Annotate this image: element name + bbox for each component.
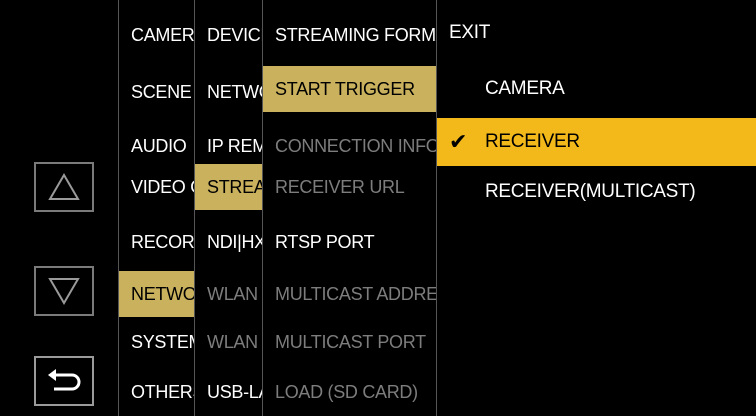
multicast-address-item: MULTICAST ADDRESS [275, 284, 437, 304]
submenu-item-ndi-hx[interactable]: NDI|HX [195, 219, 263, 265]
option-receiver[interactable]: ✔ RECEIVER [437, 118, 756, 166]
menu-item-network[interactable]: NETWORK [119, 271, 194, 317]
streaming-format-item[interactable]: STREAMING FORMAT [263, 12, 437, 58]
submenu-item-wlan-2: WLAN [207, 332, 258, 352]
start-trigger-item[interactable]: START TRIGGER [263, 66, 437, 112]
menu-item-audio[interactable]: AUDIO [119, 123, 194, 169]
scroll-down-button[interactable] [34, 266, 94, 316]
back-button[interactable] [34, 356, 94, 406]
checkmark-icon: ✔ [449, 129, 468, 154]
menu-item-others[interactable]: OTHERS [119, 369, 194, 415]
submenu-item-ip-remote[interactable]: IP REMOTE [195, 123, 263, 169]
option-camera[interactable]: CAMERA [437, 66, 756, 112]
start-trigger-options-column: EXIT CAMERA ✔ RECEIVER RECEIVER(MULTICAS… [436, 0, 756, 416]
triangle-up-icon [48, 173, 80, 200]
submenu-item-device[interactable]: DEVICE [195, 12, 263, 58]
scroll-up-button[interactable] [34, 162, 94, 212]
streaming-submenu-column: STREAMING FORMAT START TRIGGER CONNECTIO… [262, 0, 437, 416]
exit-item[interactable]: EXIT [437, 12, 756, 54]
load-sd-card-item: LOAD (SD CARD) [275, 382, 418, 402]
connection-info-item: CONNECTION INFO. [275, 136, 437, 156]
submenu-item-wlan: WLAN [207, 284, 258, 304]
multicast-port-item: MULTICAST PORT [275, 332, 426, 352]
menu-item-recording[interactable]: RECORDING [119, 219, 194, 265]
network-submenu-column: DEVICE NETWORK IP REMOTE STREAMING NDI|H… [194, 0, 263, 416]
option-receiver-multicast[interactable]: RECEIVER(MULTICAST) [437, 169, 756, 215]
main-menu-column: CAMERA SCENE AUDIO VIDEO OUT RECORDING N… [118, 0, 194, 416]
rtsp-port-item[interactable]: RTSP PORT [263, 219, 437, 265]
receiver-url-item: RECEIVER URL [275, 177, 405, 197]
triangle-down-icon [48, 278, 80, 305]
menu-item-video-out[interactable]: VIDEO OUT [119, 164, 194, 210]
submenu-item-usb-lan[interactable]: USB-LAN [195, 369, 263, 415]
submenu-item-network[interactable]: NETWORK [195, 69, 263, 115]
menu-item-scene[interactable]: SCENE [119, 69, 194, 115]
return-arrow-icon [48, 369, 81, 391]
menu-item-camera[interactable]: CAMERA [119, 12, 194, 58]
option-receiver-label: RECEIVER [485, 131, 580, 152]
menu-item-system[interactable]: SYSTEM [119, 319, 194, 365]
submenu-item-streaming[interactable]: STREAMING [195, 164, 263, 210]
